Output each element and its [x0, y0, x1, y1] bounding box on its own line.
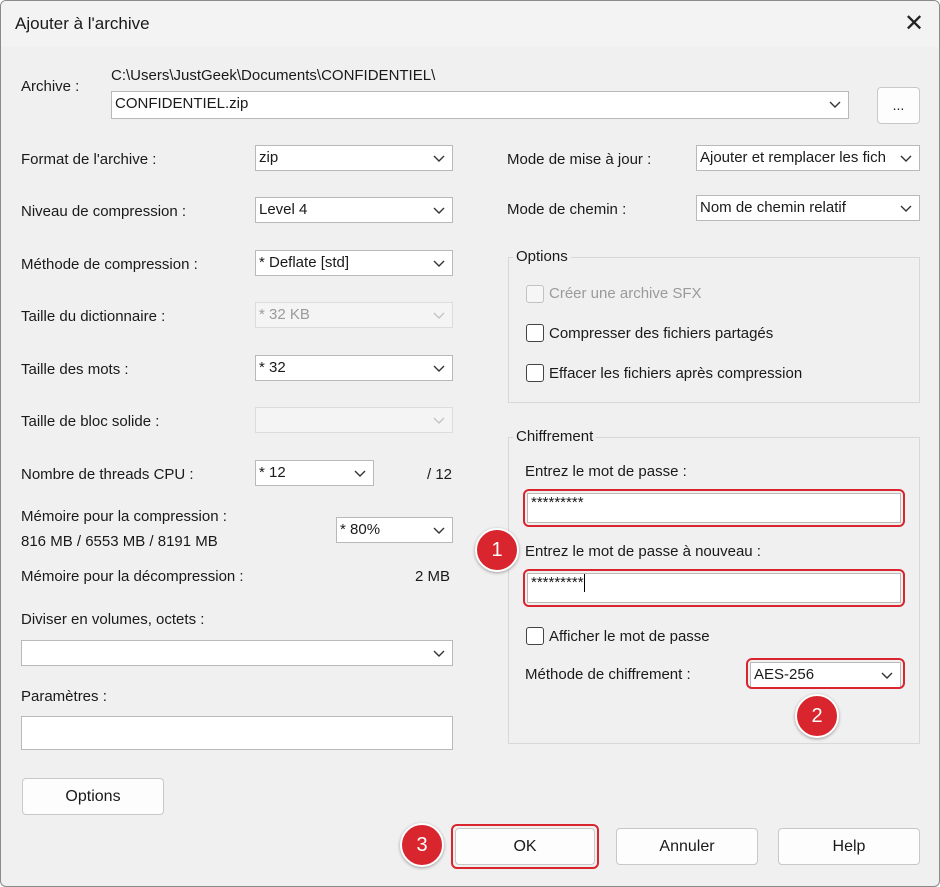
add-to-archive-dialog: Ajouter à l'archive ✕ Archive : C:\Users…: [0, 0, 940, 887]
compression-method-select[interactable]: * Deflate [std]: [255, 250, 453, 276]
parameters-input[interactable]: [21, 716, 453, 750]
path-mode-value: Nom de chemin relatif: [700, 199, 846, 216]
chevron-down-icon: [433, 527, 445, 534]
title-bar: Ajouter à l'archive ✕: [1, 1, 939, 47]
archive-label: Archive :: [21, 78, 80, 95]
archive-filename-combo[interactable]: CONFIDENTIEL.zip: [111, 91, 849, 119]
annotation-badge-1: 1: [475, 528, 519, 572]
compression-memory-value: * 80%: [340, 521, 381, 538]
compression-memory-select[interactable]: * 80%: [336, 517, 453, 543]
split-volumes-label: Diviser en volumes, octets :: [21, 611, 205, 628]
cpu-threads-max: / 12: [427, 466, 453, 483]
solid-block-size-label: Taille de bloc solide :: [21, 413, 160, 430]
password-highlight: [523, 489, 905, 527]
ok-highlight: [451, 824, 599, 869]
chevron-down-icon: [433, 260, 445, 267]
compress-shared-checkbox[interactable]: [526, 324, 544, 342]
parameters-label: Paramètres :: [21, 688, 107, 705]
compression-memory-label: Mémoire pour la compression :: [21, 508, 227, 525]
archive-filename-value: CONFIDENTIEL.zip: [115, 95, 249, 112]
archive-format-label: Format de l'archive :: [21, 151, 157, 168]
browse-button[interactable]: ...: [877, 87, 920, 124]
chevron-down-icon: [354, 470, 366, 477]
chevron-down-icon: [900, 205, 912, 212]
create-sfx-checkbox: [526, 285, 544, 303]
compression-level-label: Niveau de compression :: [21, 203, 187, 220]
password-confirm-label: Entrez le mot de passe à nouveau :: [525, 543, 761, 560]
chevron-down-icon: [900, 155, 912, 162]
solid-block-size-select: [255, 407, 453, 433]
word-size-label: Taille des mots :: [21, 361, 129, 378]
show-password-checkbox[interactable]: [526, 627, 544, 645]
update-mode-select[interactable]: Ajouter et remplacer les fich: [696, 145, 920, 171]
password-confirm-highlight: [523, 569, 905, 607]
archive-format-value: zip: [259, 149, 279, 166]
cpu-threads-select[interactable]: * 12: [255, 460, 374, 486]
path-mode-label: Mode de chemin :: [507, 201, 627, 218]
encryption-group-title: Chiffrement: [513, 428, 597, 445]
dictionary-size-label: Taille du dictionnaire :: [21, 308, 166, 325]
compression-level-value: Level 4: [259, 201, 308, 218]
annotation-badge-2: 2: [795, 694, 839, 738]
chevron-down-icon: [433, 650, 445, 657]
chevron-down-icon: [433, 155, 445, 162]
help-button[interactable]: Help: [778, 828, 920, 865]
archive-format-select[interactable]: zip: [255, 145, 453, 171]
compression-memory-detail: 816 MB / 6553 MB / 8191 MB: [21, 533, 218, 550]
cpu-threads-value: * 12: [259, 464, 286, 481]
chevron-down-icon: [829, 101, 841, 108]
encryption-method-label: Méthode de chiffrement :: [525, 666, 691, 683]
cpu-threads-label: Nombre de threads CPU :: [21, 466, 194, 483]
delete-after-label: Effacer les fichiers après compression: [549, 365, 803, 382]
options-button[interactable]: Options: [22, 778, 164, 815]
close-icon[interactable]: ✕: [897, 7, 931, 41]
chevron-down-icon: [433, 312, 445, 319]
word-size-select[interactable]: * 32: [255, 355, 453, 381]
dictionary-size-value: * 32 KB: [259, 306, 310, 323]
compression-method-label: Méthode de compression :: [21, 256, 198, 273]
chevron-down-icon: [433, 365, 445, 372]
decompression-memory-label: Mémoire pour la décompression :: [21, 568, 244, 585]
chevron-down-icon: [433, 207, 445, 214]
archive-path: C:\Users\JustGeek\Documents\CONFIDENTIEL…: [111, 67, 436, 84]
update-mode-value: Ajouter et remplacer les fich: [700, 149, 886, 166]
password-label: Entrez le mot de passe :: [525, 463, 687, 480]
show-password-label: Afficher le mot de passe: [549, 628, 710, 645]
word-size-value: * 32: [259, 359, 286, 376]
chevron-down-icon: [433, 417, 445, 424]
cancel-button[interactable]: Annuler: [616, 828, 758, 865]
encryption-method-highlight: [746, 658, 905, 689]
window-title: Ajouter à l'archive: [15, 14, 150, 33]
compress-shared-label: Compresser des fichiers partagés: [549, 325, 774, 342]
options-group-title: Options: [513, 248, 571, 265]
create-sfx-label: Créer une archive SFX: [549, 285, 702, 302]
compression-method-value: * Deflate [std]: [259, 254, 350, 271]
dictionary-size-select: * 32 KB: [255, 302, 453, 328]
split-volumes-combo[interactable]: [21, 640, 453, 666]
path-mode-select[interactable]: Nom de chemin relatif: [696, 195, 920, 221]
compression-level-select[interactable]: Level 4: [255, 197, 453, 223]
annotation-badge-3: 3: [400, 823, 444, 867]
delete-after-checkbox[interactable]: [526, 364, 544, 382]
update-mode-label: Mode de mise à jour :: [507, 151, 652, 168]
decompression-memory-value: 2 MB: [415, 568, 451, 585]
